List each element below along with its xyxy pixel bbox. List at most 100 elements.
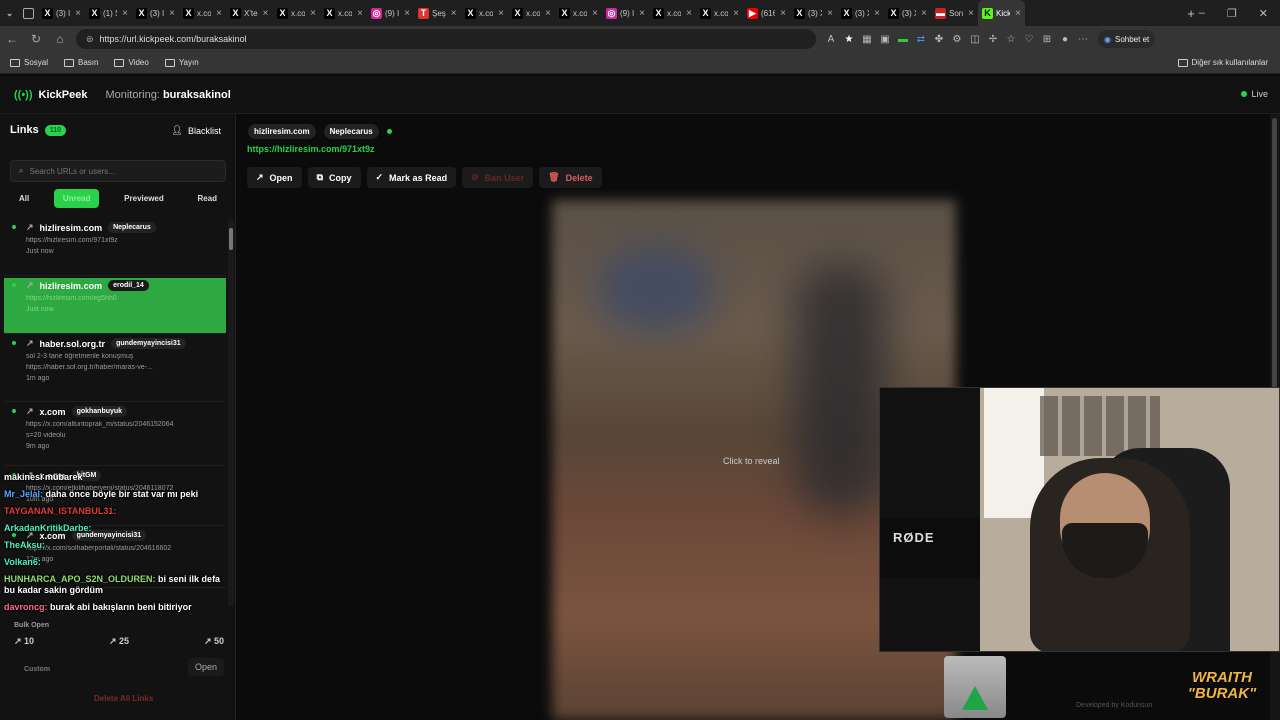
read-aloud-icon[interactable]: A xyxy=(822,34,840,45)
browser-tab[interactable]: Xx.com/ × xyxy=(649,0,696,26)
close-tab-icon[interactable]: × xyxy=(545,8,551,19)
close-tab-icon[interactable]: × xyxy=(122,8,128,19)
back-icon[interactable]: ← xyxy=(0,32,24,46)
close-tab-icon[interactable]: × xyxy=(968,8,974,19)
bookmark-folder[interactable]: Yayın xyxy=(164,58,199,67)
browser-tab[interactable]: Xx.com/ × xyxy=(696,0,743,26)
browser-tab[interactable]: Xx.co × xyxy=(273,0,320,26)
copy-button[interactable]: ⧉ Copy xyxy=(307,167,361,188)
filter-previewed[interactable]: Previewed xyxy=(115,189,173,208)
browser-tab[interactable]: X X'te × xyxy=(226,0,273,26)
maximize-icon[interactable]: ❐ xyxy=(1227,7,1237,20)
sohbet-button[interactable]: ◉ Sohbet et xyxy=(1098,30,1156,48)
delete-button[interactable]: 🗑︎ Delete xyxy=(539,167,602,188)
browser-tab[interactable]: X (3) I × xyxy=(132,0,179,26)
browser-tab[interactable]: ◎ (9) I × xyxy=(367,0,414,26)
browser-tab[interactable]: X (3) I × xyxy=(38,0,85,26)
browser-tab[interactable]: Xx.co × xyxy=(320,0,367,26)
link-user[interactable]: erodil_14 xyxy=(108,280,149,291)
main-scroll-thumb[interactable] xyxy=(1272,118,1277,388)
ban-user-button[interactable]: ⊘ Ban User xyxy=(462,167,534,188)
click-to-reveal[interactable]: Click to reveal xyxy=(723,456,780,466)
extensions-icon[interactable]: ⚙ xyxy=(948,34,966,45)
close-tab-icon[interactable]: × xyxy=(780,8,786,19)
new-tab-button[interactable]: + xyxy=(1183,0,1199,26)
collections-icon[interactable]: ♡ xyxy=(1020,34,1038,45)
sidebar-scrollbar[interactable] xyxy=(228,220,234,606)
bookmark-folder[interactable]: Video xyxy=(114,58,149,67)
close-tab-icon[interactable]: × xyxy=(75,8,81,19)
close-tab-icon[interactable]: × xyxy=(404,8,410,19)
blacklist-button[interactable]: 👤︎ Blacklist xyxy=(172,125,221,136)
close-tab-icon[interactable]: × xyxy=(686,8,692,19)
close-tab-icon[interactable]: × xyxy=(639,8,645,19)
link-user[interactable]: gokhanbuyuk xyxy=(71,406,128,417)
close-tab-icon[interactable]: × xyxy=(263,8,269,19)
browser-tab[interactable]: X(3) X'te × xyxy=(837,0,884,26)
mark-as-read-button[interactable]: ✓ Mark as Read xyxy=(366,167,457,188)
close-tab-icon[interactable]: × xyxy=(357,8,363,19)
site-info-icon[interactable]: ⊜ xyxy=(86,34,94,45)
browser-tab[interactable]: Xx.co × xyxy=(179,0,226,26)
open-button[interactable]: ↗ Open xyxy=(247,167,302,188)
home-icon[interactable]: ⌂ xyxy=(48,32,72,46)
extension-icon[interactable]: ▣ xyxy=(876,34,894,45)
close-tab-icon[interactable]: × xyxy=(921,8,927,19)
close-tab-icon[interactable]: × xyxy=(733,8,739,19)
search-input[interactable] xyxy=(29,166,210,176)
open-button[interactable]: Open xyxy=(188,658,225,676)
browser-tab[interactable]: Xx.com/ × xyxy=(555,0,602,26)
link-item[interactable]: ↗ x.com gokhanbuyuk https://x.com/altuntopr… xyxy=(4,404,226,466)
close-tab-icon[interactable]: × xyxy=(310,8,316,19)
link-item[interactable]: ↗ haber.sol.org.tr gundemyayincisi31 sol 2-… xyxy=(4,336,226,402)
profile-avatar-icon[interactable]: ● xyxy=(1056,34,1074,45)
tab-menu[interactable]: ⌄ xyxy=(0,0,19,26)
translate-icon[interactable]: ⇄ xyxy=(912,34,930,45)
bookmark-folder[interactable]: Basın xyxy=(64,58,98,67)
bookmark-folder[interactable]: Sosyal xyxy=(10,58,48,67)
close-tab-icon[interactable]: × xyxy=(1015,8,1021,19)
minimize-icon[interactable]: – xyxy=(1199,7,1205,20)
browser-tab[interactable]: ▶(616) × xyxy=(743,0,790,26)
extension-icon[interactable]: ✤ xyxy=(930,34,948,45)
browser-tab[interactable]: X(3) X'te × xyxy=(790,0,837,26)
filter-read[interactable]: Read xyxy=(188,189,226,208)
browser-tab[interactable]: ◎(9) Inst × xyxy=(602,0,649,26)
close-tab-icon[interactable]: × xyxy=(451,8,457,19)
refresh-icon[interactable]: ↻ xyxy=(24,32,48,46)
more-menu-icon[interactable]: ⋯ xyxy=(1074,34,1092,45)
extension-icon[interactable]: ▬ xyxy=(894,34,912,45)
extension-icon[interactable]: ⊞ xyxy=(1038,34,1056,45)
custom-label[interactable]: Custom xyxy=(24,666,50,673)
browser-tab[interactable]: ▬Son da × xyxy=(931,0,978,26)
close-tab-icon[interactable]: × xyxy=(498,8,504,19)
browser-tab[interactable]: X(1) S × xyxy=(85,0,132,26)
browser-tab[interactable]: K Kick × xyxy=(978,0,1025,26)
browser-tab[interactable]: T Şeş × xyxy=(414,0,461,26)
browser-tab[interactable]: Xx.com/ × xyxy=(508,0,555,26)
extension-icon[interactable]: ▦ xyxy=(858,34,876,45)
extension-icon[interactable]: ✢ xyxy=(984,34,1002,45)
link-item[interactable]: ↗ hizliresim.com Neplecarus https://hizlire… xyxy=(4,220,226,276)
workspace-icon[interactable] xyxy=(19,0,38,26)
favorite-star-icon[interactable]: ★ xyxy=(840,34,858,45)
filter-unread[interactable]: Unread xyxy=(53,189,100,208)
close-window-icon[interactable]: ✕ xyxy=(1259,7,1268,20)
bulk-open-50[interactable]: ↗ 50 xyxy=(204,636,224,647)
split-screen-icon[interactable]: ◫ xyxy=(966,34,984,45)
sidebar-scroll-thumb[interactable] xyxy=(229,228,233,250)
link-url[interactable]: https://hizliresim.com/971xt9z xyxy=(247,144,375,154)
filter-all[interactable]: All xyxy=(10,189,38,208)
delete-all-links[interactable]: Delete All Links xyxy=(94,694,153,703)
close-tab-icon[interactable]: × xyxy=(169,8,175,19)
link-item[interactable]: ↗ hizliresim.com erodil_14 https://hizlires… xyxy=(4,278,226,334)
link-user[interactable]: gundemyayincisi31 xyxy=(111,338,186,349)
browser-tab[interactable]: X(3) X'te × xyxy=(884,0,931,26)
favorites-icon[interactable]: ☆ xyxy=(1002,34,1020,45)
url-field[interactable]: ⊜ https://url.kickpeek.com/buraksakinol xyxy=(76,29,816,49)
close-tab-icon[interactable]: × xyxy=(216,8,222,19)
link-user[interactable]: Neplecarus xyxy=(108,222,156,233)
other-bookmarks[interactable]: Diğer sık kullanılanlar xyxy=(1177,58,1268,67)
close-tab-icon[interactable]: × xyxy=(874,8,880,19)
bulk-open-10[interactable]: ↗ 10 xyxy=(14,636,34,647)
